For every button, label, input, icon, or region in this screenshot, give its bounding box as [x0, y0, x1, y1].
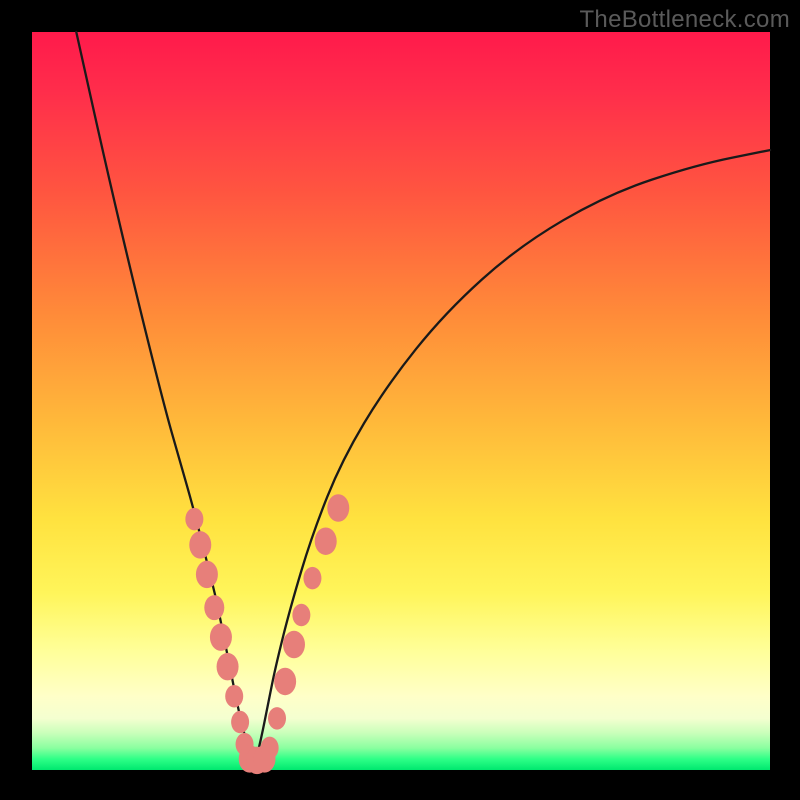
bead [225, 685, 243, 708]
v-curve [76, 32, 770, 770]
curve-right-branch [253, 150, 770, 770]
bead [268, 707, 286, 730]
bead [196, 561, 218, 589]
bead [231, 711, 249, 734]
bead [292, 604, 310, 627]
bead [274, 668, 296, 696]
bead [185, 508, 203, 530]
curve-layer [32, 32, 770, 770]
beads-group [185, 494, 349, 774]
bead [283, 631, 305, 659]
watermark-text: TheBottleneck.com [579, 6, 790, 34]
bead [189, 531, 211, 559]
bead [204, 595, 224, 620]
plot-area [32, 32, 770, 770]
bead [327, 494, 349, 522]
bead [210, 623, 232, 651]
bead [303, 567, 321, 590]
bead [261, 737, 279, 760]
chart-frame: TheBottleneck.com [0, 0, 800, 800]
bead [315, 527, 337, 555]
bead [217, 653, 239, 681]
